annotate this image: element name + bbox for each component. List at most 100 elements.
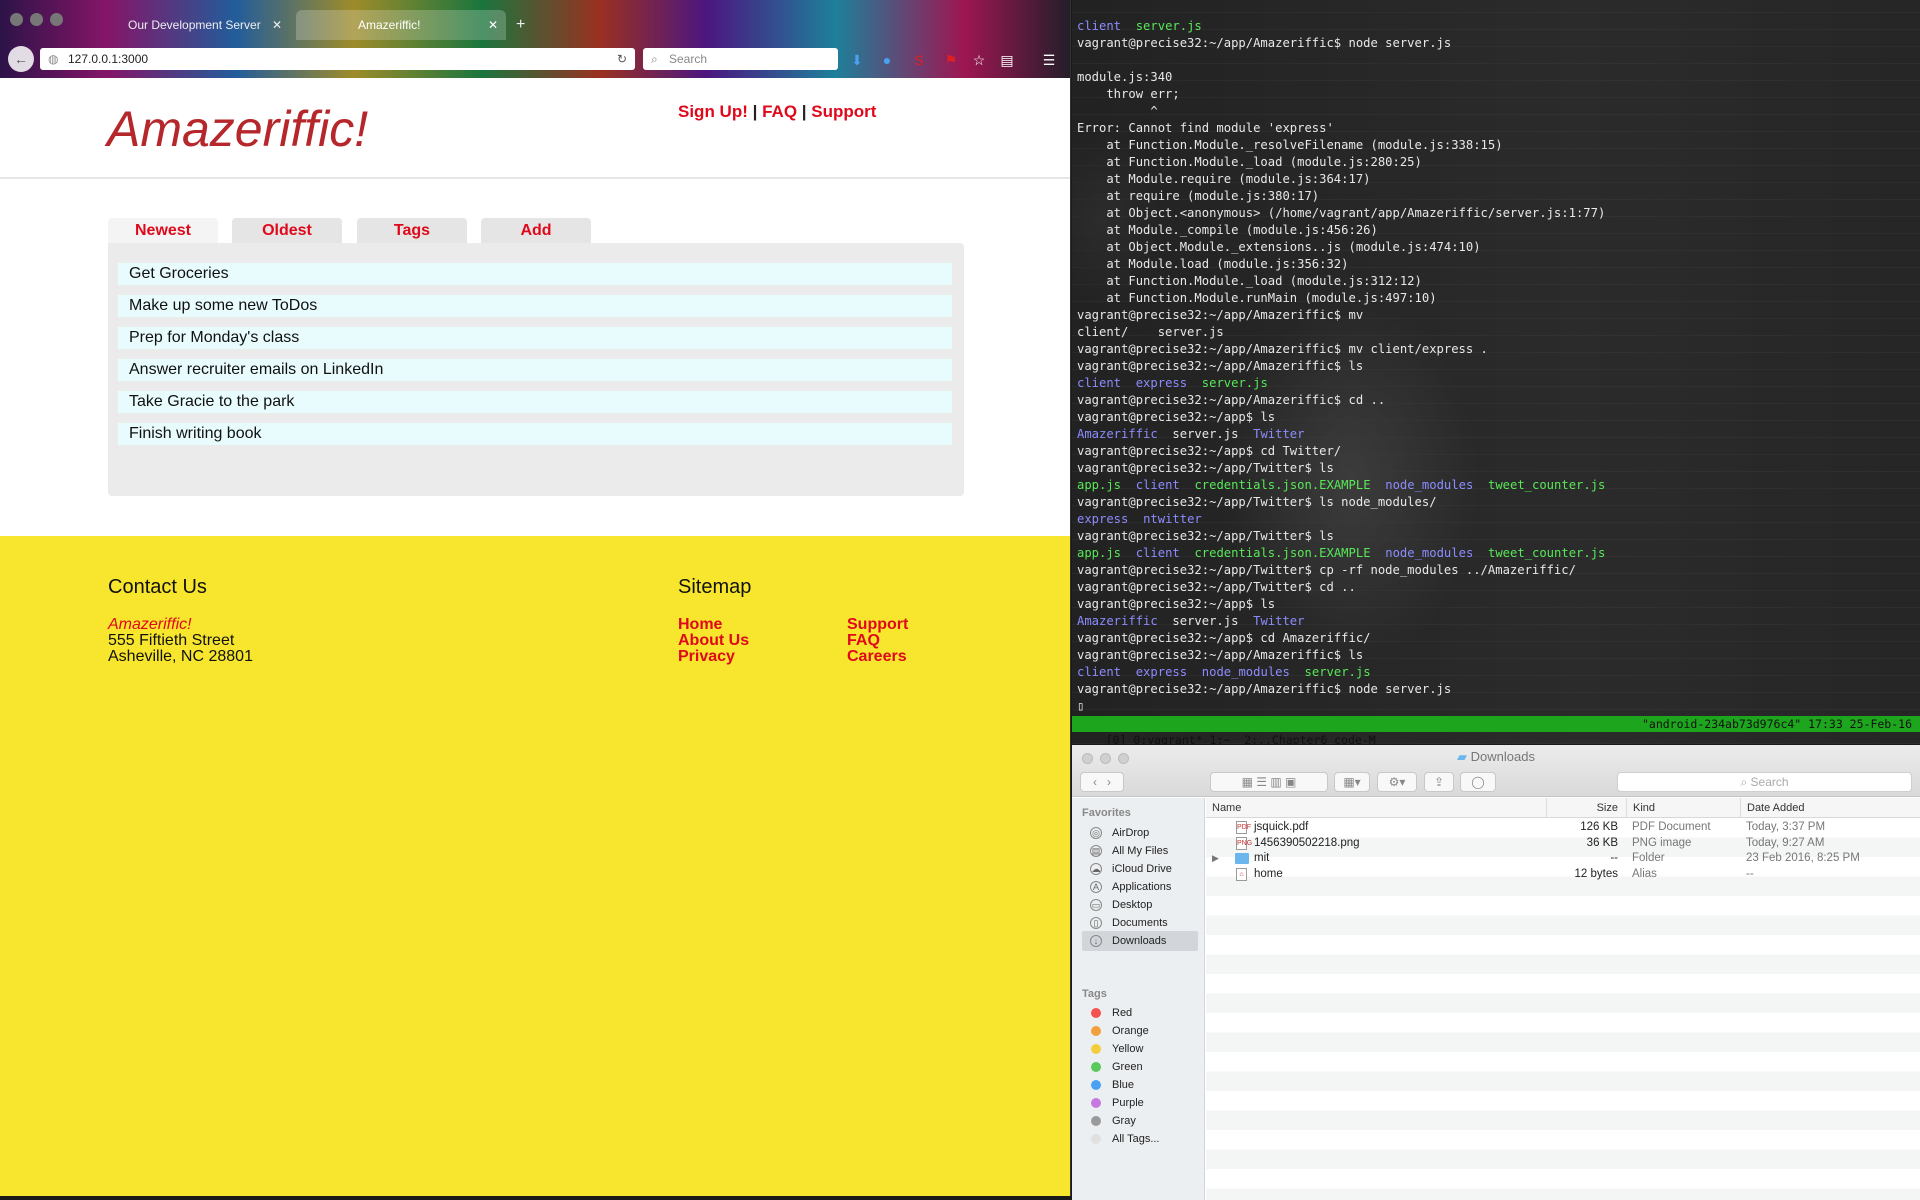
terminal-text: at Function.Module._load (module.js:280:… [1077, 155, 1422, 169]
bookmark-star-icon[interactable]: ☆ [970, 51, 988, 69]
terminal-text: at Object.Module._extensions..js (module… [1077, 240, 1481, 254]
tab-dev-server[interactable]: Our Development Server ✕ [90, 10, 290, 40]
tag-item-green[interactable]: Green [1082, 1057, 1198, 1077]
terminal-text: at Module.load (module.js:356:32) [1077, 257, 1349, 271]
terminal-line: ▯ [1077, 698, 1917, 715]
terminal-window[interactable]: client server.js vagrant@precise32:~/app/… [1072, 0, 1920, 744]
view-mode-buttons[interactable]: ▦ ☰ ▥ ▣ [1210, 772, 1328, 792]
address-line: Asheville, NC 28801 [108, 648, 253, 665]
reload-icon[interactable]: ↻ [617, 48, 627, 70]
close-tab-icon[interactable]: ✕ [488, 10, 498, 40]
close-window-button[interactable] [10, 13, 23, 26]
tag-item-red[interactable]: Red [1082, 1003, 1198, 1023]
web-page: Amazeriffic! Sign Up! | FAQ | Support Ne… [0, 78, 1070, 1196]
menu-icon[interactable]: ☰ [1040, 51, 1058, 69]
download-icon[interactable]: ⬇ [848, 51, 866, 69]
sidebar-item-icloud-drive[interactable]: ☁ iCloud Drive [1082, 859, 1198, 879]
terminal-text: vagrant@precise32:~/app$ cd Amazeriffic/ [1077, 631, 1371, 645]
arrange-button[interactable]: ▦▾ [1334, 772, 1370, 792]
tab-amazeriffic[interactable]: Amazeriffic! ✕ [296, 10, 506, 40]
sitemap-link-privacy[interactable]: Privacy [678, 648, 735, 666]
zoom-window-button[interactable] [50, 13, 63, 26]
terminal-text: express [1077, 512, 1129, 526]
terminal-text: credentials.json.EXAMPLE [1194, 478, 1371, 492]
navigation-bar: ← ◍ 127.0.0.1:3000 ↻ ⌕ Search ⬇ ● S ⚑ ☆ … [0, 44, 1070, 74]
url-bar[interactable]: ◍ 127.0.0.1:3000 ↻ [40, 48, 635, 70]
tab-newest[interactable]: Newest [108, 218, 218, 243]
terminal-line: express ntwitter [1077, 511, 1917, 528]
document-icon: PNG [1236, 836, 1252, 850]
reading-list-icon[interactable]: ▤ [998, 51, 1016, 69]
back-forward-buttons[interactable]: ‹ › [1080, 772, 1124, 792]
sidebar-item-label: Documents [1112, 917, 1168, 929]
file-row[interactable]: ⌂ home 12 bytes Alias -- [1206, 865, 1920, 885]
terminal-line: vagrant@precise32:~/app/Twitter$ ls [1077, 460, 1917, 477]
terminal-text: at Function.Module._resolveFilename (mod… [1077, 138, 1503, 152]
tag-color-icon [1091, 1026, 1101, 1036]
separator: | [747, 102, 763, 121]
sidebar-item-all-my-files[interactable]: ▤ All My Files [1082, 841, 1198, 861]
tag-label: Blue [1112, 1079, 1135, 1091]
new-tab-button[interactable]: + [512, 10, 536, 40]
tag-color-icon [1091, 1080, 1101, 1090]
column-kind[interactable]: Kind [1626, 798, 1740, 818]
account-icon[interactable]: ● [878, 51, 896, 69]
close-tab-icon[interactable]: ✕ [272, 10, 282, 40]
sidebar-item-label: iCloud Drive [1112, 863, 1172, 875]
terminal-line: vagrant@precise32:~/app$ cd Twitter/ [1077, 443, 1917, 460]
search-icon: ⌕ [651, 52, 658, 66]
finder-search-input[interactable]: ⌕ Search [1617, 772, 1912, 792]
share-icon[interactable]: ⇪ [1424, 772, 1454, 792]
search-bar[interactable]: ⌕ Search [643, 48, 838, 70]
sidebar-item-airdrop[interactable]: ◎ AirDrop [1082, 823, 1198, 843]
tag-item-purple[interactable]: Purple [1082, 1093, 1198, 1113]
minimize-window-button[interactable] [30, 13, 43, 26]
terminal-text: Twitter [1253, 427, 1305, 441]
tag-item-yellow[interactable]: Yellow [1082, 1039, 1198, 1059]
tag-item-gray[interactable]: Gray [1082, 1111, 1198, 1131]
tab-add[interactable]: Add [481, 218, 591, 243]
flag-icon[interactable]: ⚑ [942, 51, 960, 69]
todo-item: Finish writing book [118, 423, 952, 445]
terminal-text: Error: Cannot find module 'express' [1077, 121, 1334, 135]
sidebar-item-downloads[interactable]: ↓ Downloads [1082, 931, 1198, 951]
column-date-added[interactable]: Date Added [1740, 798, 1920, 818]
extension-icon[interactable]: S [910, 51, 928, 69]
terminal-line: vagrant@precise32:~/app$ ls [1077, 409, 1917, 426]
terminal-text: vagrant@precise32:~/app/Amazeriffic$ mv … [1077, 342, 1488, 356]
tag-button-icon[interactable]: ◯ [1460, 772, 1496, 792]
support-link[interactable]: Support [811, 102, 876, 121]
column-name[interactable]: Name [1206, 798, 1546, 818]
sidebar-item-applications[interactable]: A Applications [1082, 877, 1198, 897]
tab-oldest[interactable]: Oldest [232, 218, 342, 243]
faq-link[interactable]: FAQ [762, 102, 797, 121]
sidebar-item-desktop[interactable]: ▭ Desktop [1082, 895, 1198, 915]
terminal-line: vagrant@precise32:~/app/Twitter$ ls [1077, 528, 1917, 545]
sitemap-link-careers[interactable]: Careers [847, 648, 907, 666]
file-list-header: Name Size Kind Date Added [1206, 798, 1920, 818]
tab-tags[interactable]: Tags [357, 218, 467, 243]
signup-link[interactable]: Sign Up! [678, 102, 748, 121]
tag-label: Red [1112, 1007, 1133, 1019]
tag-item-all-tags[interactable]: All Tags... [1082, 1129, 1198, 1149]
action-gear-icon[interactable]: ⚙▾ [1377, 772, 1417, 792]
desktop-icon: ▭ [1090, 899, 1102, 911]
back-button[interactable]: ← [8, 46, 34, 72]
tag-item-orange[interactable]: Orange [1082, 1021, 1198, 1041]
terminal-line: at Module.require (module.js:364:17) [1077, 171, 1917, 188]
terminal-line: at require (module.js:380:17) [1077, 188, 1917, 205]
sidebar-item-label: AirDrop [1112, 827, 1150, 839]
sidebar-item-documents[interactable]: ▯ Documents [1082, 913, 1198, 933]
finder-toolbar: ▰ Downloads ‹ › ▦ ☰ ▥ ▣ ▦▾ ⚙▾ ⇪ ◯ ⌕ Sear… [1072, 745, 1920, 797]
search-placeholder: Search [669, 52, 708, 66]
tag-color-icon [1091, 1062, 1101, 1072]
column-size[interactable]: Size [1546, 798, 1626, 818]
tag-label: Green [1112, 1061, 1143, 1073]
terminal-line: at Function.Module.runMain (module.js:49… [1077, 290, 1917, 307]
todo-item: Answer recruiter emails on LinkedIn [118, 359, 952, 381]
tag-item-blue[interactable]: Blue [1082, 1075, 1198, 1095]
terminal-text: at require (module.js:380:17) [1077, 189, 1320, 203]
